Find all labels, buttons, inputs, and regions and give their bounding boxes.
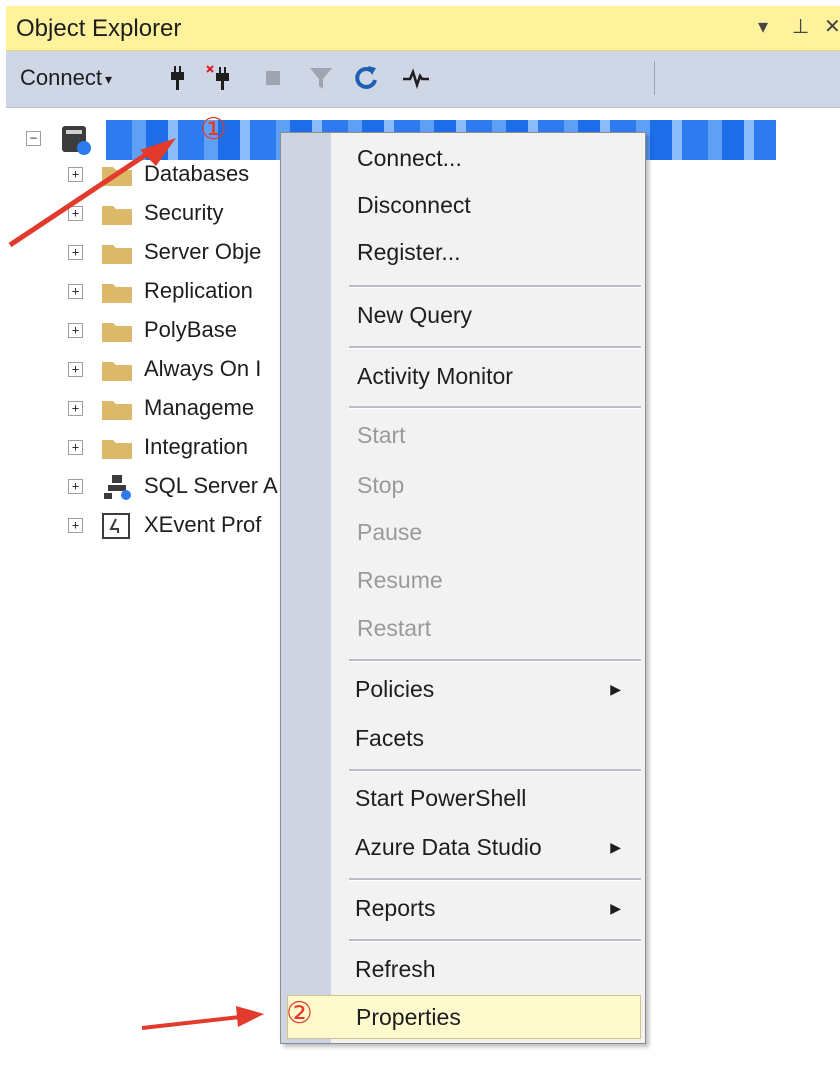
step-1-marker: ① <box>200 112 227 147</box>
annotation-arrow-1 <box>8 149 152 248</box>
annotation-arrow-2 <box>141 1015 241 1030</box>
step-2-marker: ② <box>286 996 313 1031</box>
annotation-arrows <box>8 138 264 1030</box>
annotation-arrowhead-2 <box>236 1006 264 1027</box>
annotation-arrowhead-1 <box>140 138 176 166</box>
